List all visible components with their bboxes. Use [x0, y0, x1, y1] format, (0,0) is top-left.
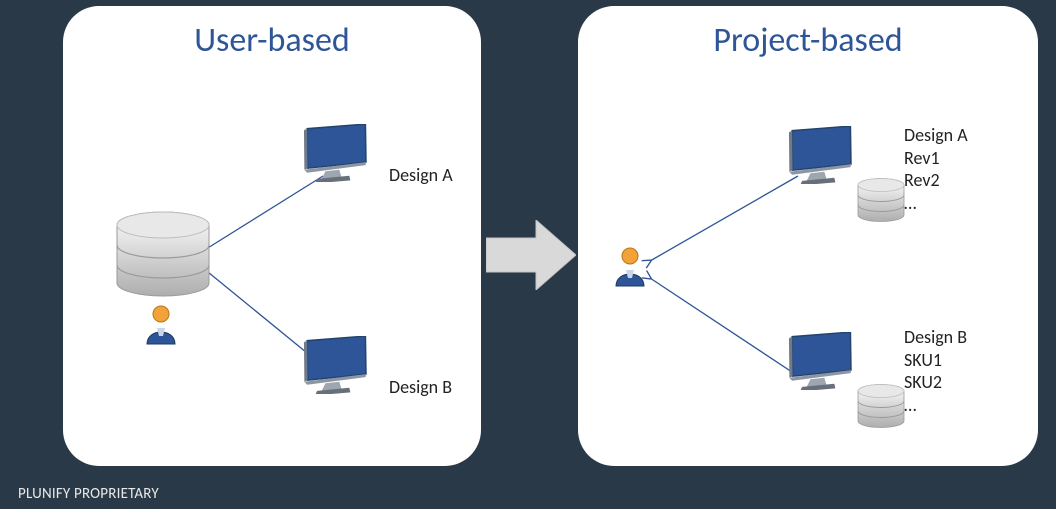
design-label: Design B [389, 376, 452, 399]
project-based-panel: Project-based [578, 6, 1038, 466]
user-icon [612, 246, 648, 290]
panel-title: Project-based [578, 20, 1038, 61]
footer-text: PLUNIFY PROPRIETARY [18, 485, 159, 503]
user-based-panel: User-based [63, 6, 481, 466]
user-icon [143, 304, 179, 348]
database-icon [856, 178, 906, 226]
arrow-right-icon [486, 220, 576, 290]
design-label: Design A Rev1 Rev2 … [904, 124, 968, 214]
database-icon [113, 211, 213, 307]
connector-lines [578, 6, 1038, 466]
monitor-icon [782, 332, 858, 390]
design-label: Design B SKU1 SKU2 … [904, 326, 967, 416]
database-icon [856, 384, 906, 432]
design-label: Design A [389, 164, 453, 187]
monitor-icon [782, 126, 858, 184]
monitor-icon [297, 124, 373, 182]
monitor-icon [297, 336, 373, 394]
panel-title: User-based [63, 20, 481, 61]
